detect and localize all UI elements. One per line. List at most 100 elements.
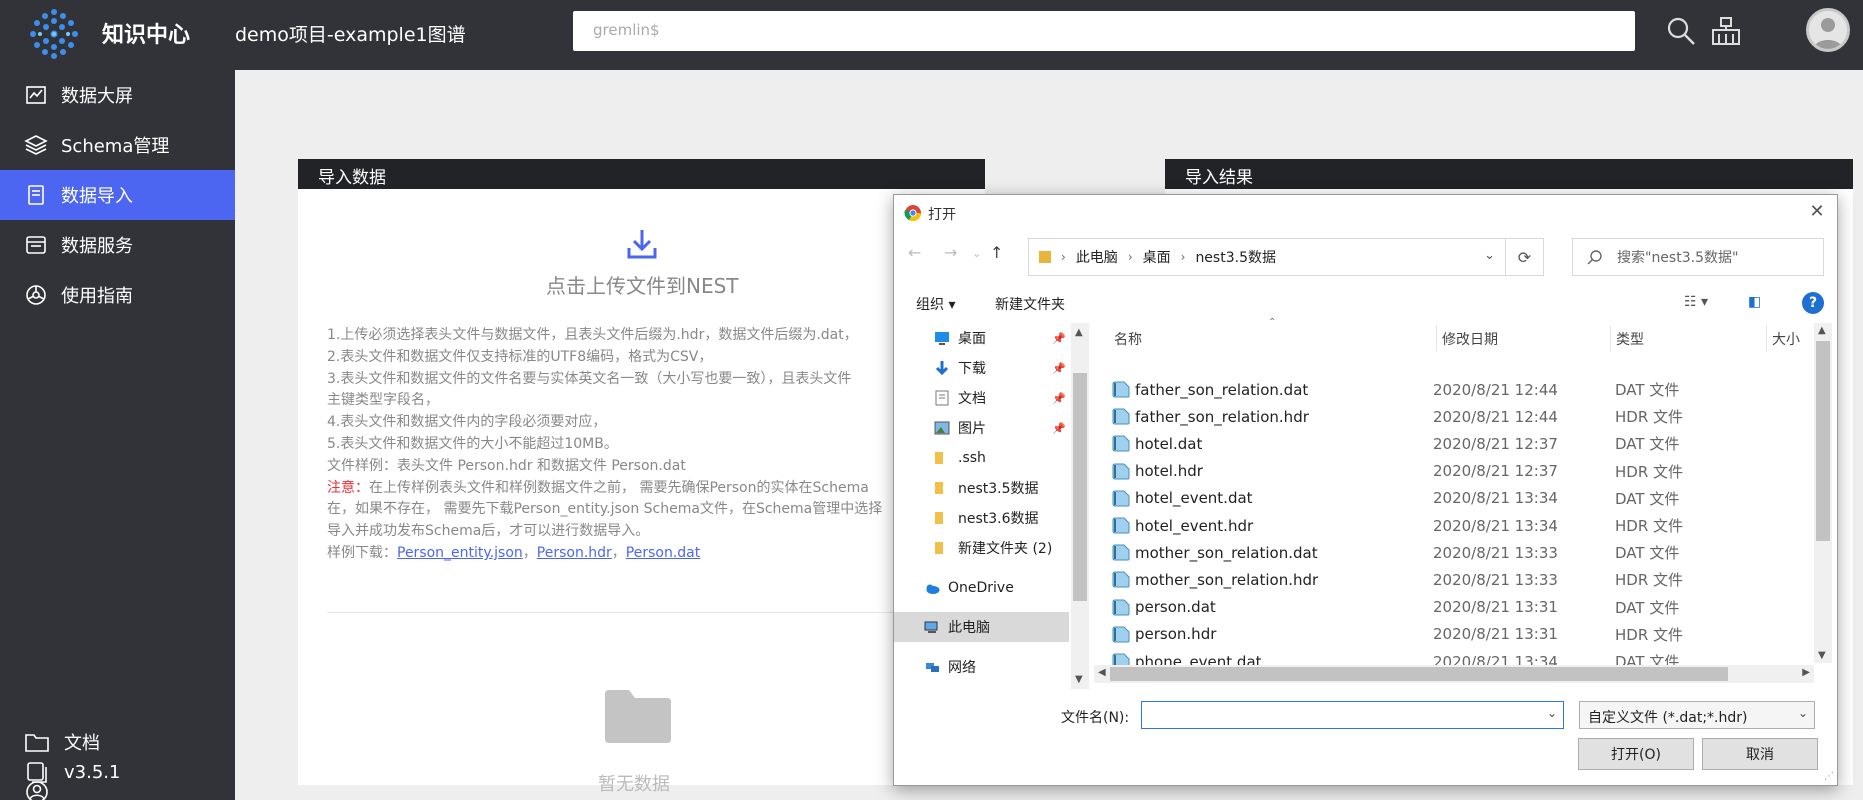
sidebar-item-guide[interactable]: 使用指南 bbox=[0, 270, 235, 320]
file-row[interactable]: person.hdr 2020/8/21 13:31 HDR 文件 bbox=[1094, 621, 1784, 648]
sidebar-item-service[interactable]: 数据服务 bbox=[0, 220, 235, 270]
version-label: v3.5.1 bbox=[64, 761, 121, 783]
sidebar-item-schema[interactable]: Schema管理 bbox=[0, 120, 235, 170]
sample-link-hdr[interactable]: Person.hdr bbox=[537, 545, 612, 561]
file-name: hotel.hdr bbox=[1135, 462, 1203, 481]
file-hscroll-thumb[interactable] bbox=[1110, 667, 1728, 681]
file-icon bbox=[1112, 517, 1130, 534]
sidebar-item-label: Schema管理 bbox=[61, 136, 170, 157]
warning-line: 导入并成功发布Schema后，才可以进行数据导入。 bbox=[327, 523, 650, 540]
file-row[interactable]: father_son_relation.hdr 2020/8/21 12:44 HD… bbox=[1094, 403, 1784, 430]
open-button[interactable]: 打开(O) bbox=[1578, 738, 1694, 770]
tree-item-this-pc[interactable]: 此电脑 bbox=[894, 612, 1069, 642]
pin-icon[interactable]: 📌 bbox=[1052, 332, 1066, 345]
folder-icon bbox=[935, 542, 943, 554]
scroll-up-icon[interactable]: ▲ bbox=[1818, 325, 1826, 336]
tree-item-download[interactable]: 下载 📌 bbox=[894, 353, 1069, 383]
file-row[interactable]: hotel.hdr 2020/8/21 12:37 HDR 文件 bbox=[1094, 458, 1784, 485]
tree-item-new-folder-2[interactable]: 新建文件夹 (2) bbox=[894, 533, 1069, 563]
file-row[interactable]: hotel.dat 2020/8/21 12:37 DAT 文件 bbox=[1094, 430, 1784, 457]
gremlin-search-input[interactable]: gremlin$ bbox=[573, 11, 1635, 51]
upload-label[interactable]: 点击上传文件到NEST bbox=[546, 270, 739, 299]
project-name[interactable]: demo项目-example1图谱 bbox=[235, 20, 466, 47]
file-list-scrollbar[interactable]: ▲ ▼ bbox=[1814, 323, 1832, 663]
tree-item-nest36[interactable]: nest3.6数据 bbox=[894, 503, 1069, 533]
file-type-filter[interactable]: 自定义文件 (*.dat;*.hdr) ⌄ bbox=[1579, 701, 1815, 729]
tree-item-label: 下载 bbox=[958, 361, 986, 377]
tree-item-network[interactable]: 网络 bbox=[894, 652, 1069, 682]
address-bar[interactable]: › 此电脑 › 桌面 › nest3.5数据 ⌄ bbox=[1028, 238, 1506, 276]
up-arrow-icon[interactable]: ↑ bbox=[990, 243, 1003, 262]
sidebar-item-dashboard[interactable]: 数据大屏 bbox=[0, 70, 235, 120]
scroll-down-icon[interactable]: ▼ bbox=[1075, 674, 1083, 685]
avatar[interactable] bbox=[1806, 8, 1850, 52]
pin-icon[interactable]: 📌 bbox=[1052, 362, 1066, 375]
column-separator[interactable] bbox=[1436, 325, 1437, 351]
search-icon[interactable] bbox=[1664, 14, 1698, 48]
file-scroll-thumb[interactable] bbox=[1816, 341, 1830, 541]
forward-arrow-icon[interactable]: → bbox=[944, 243, 957, 262]
file-name: mother_son_relation.hdr bbox=[1135, 570, 1319, 589]
filename-input[interactable]: ⌄ bbox=[1141, 701, 1564, 729]
refresh-icon[interactable]: ⟳ bbox=[1506, 238, 1544, 276]
pin-icon[interactable]: 📌 bbox=[1052, 392, 1066, 405]
file-type: DAT 文件 bbox=[1615, 435, 1680, 454]
chevron-down-icon[interactable]: ⌄ bbox=[1547, 706, 1557, 720]
tree-item-pictures[interactable]: 图片 📌 bbox=[894, 413, 1069, 443]
resize-grip-icon[interactable]: ⋰ bbox=[1824, 771, 1834, 782]
tree-scrollbar[interactable]: ▲ ▼ bbox=[1071, 323, 1089, 689]
breadcrumb-pc[interactable]: 此电脑 bbox=[1076, 247, 1118, 267]
picture-icon bbox=[934, 421, 950, 435]
tree-item-ssh[interactable]: .ssh bbox=[894, 443, 1069, 473]
column-name[interactable]: 名称 bbox=[1114, 329, 1142, 357]
help-icon[interactable]: ? bbox=[1802, 292, 1824, 314]
breadcrumb-desktop[interactable]: 桌面 bbox=[1143, 247, 1171, 267]
tree-item-documents[interactable]: 文档 📌 bbox=[894, 383, 1069, 413]
preview-pane-icon[interactable]: ◧ bbox=[1748, 294, 1761, 310]
back-arrow-icon[interactable]: ← bbox=[908, 243, 921, 262]
sample-link-dat[interactable]: Person.dat bbox=[626, 545, 700, 561]
pin-icon[interactable]: 📌 bbox=[1052, 422, 1066, 435]
file-row[interactable]: mother_son_relation.dat 2020/8/21 13:33 DA… bbox=[1094, 539, 1784, 566]
breadcrumb-current[interactable]: nest3.5数据 bbox=[1195, 247, 1276, 267]
sample-link-entity[interactable]: Person_entity.json bbox=[397, 545, 523, 561]
file-row[interactable]: person.dat 2020/8/21 13:31 DAT 文件 bbox=[1094, 594, 1784, 621]
column-separator[interactable] bbox=[1766, 325, 1767, 351]
folder-search-placeholder: 搜索"nest3.5数据" bbox=[1617, 250, 1739, 266]
column-size[interactable]: 大小 bbox=[1772, 329, 1800, 357]
tree-item-nest35[interactable]: nest3.5数据 bbox=[894, 473, 1069, 503]
recent-dropdown-icon[interactable]: ⌄ bbox=[972, 247, 981, 260]
sidebar-item-import[interactable]: 数据导入 bbox=[0, 170, 235, 220]
column-separator[interactable] bbox=[1610, 325, 1611, 351]
file-row[interactable]: hotel_event.dat 2020/8/21 13:34 DAT 文件 bbox=[1094, 485, 1784, 512]
tree-item-desktop[interactable]: 桌面 📌 bbox=[894, 323, 1069, 353]
organize-button[interactable]: 组织 ▾ bbox=[916, 294, 955, 314]
upload-icon[interactable] bbox=[624, 226, 660, 262]
column-date[interactable]: 修改日期 bbox=[1442, 329, 1498, 357]
rule-line: 2.表头文件和数据文件仅支持标准的UTF8编码，格式为CSV， bbox=[327, 348, 713, 365]
tree-scroll-thumb[interactable] bbox=[1073, 373, 1087, 601]
scroll-down-icon[interactable]: ▼ bbox=[1818, 650, 1826, 661]
cancel-button[interactable]: 取消 bbox=[1702, 738, 1818, 770]
import-panel-title: 导入数据 bbox=[298, 159, 985, 189]
folder-search-input[interactable]: 搜索"nest3.5数据" bbox=[1572, 238, 1824, 276]
hierarchy-icon[interactable] bbox=[1709, 14, 1743, 48]
scroll-right-icon[interactable]: ▶ bbox=[1802, 667, 1810, 678]
file-row[interactable]: hotel_event.hdr 2020/8/21 13:34 HDR 文件 bbox=[1094, 512, 1784, 539]
file-row[interactable]: father_son_relation.dat 2020/8/21 12:44 DA… bbox=[1094, 376, 1784, 403]
rule-line: 5.表头文件和数据文件的大小不能超过10MB。 bbox=[327, 435, 618, 452]
scroll-left-icon[interactable]: ◀ bbox=[1098, 667, 1106, 678]
scroll-up-icon[interactable]: ▲ bbox=[1075, 327, 1083, 338]
file-row[interactable]: mother_son_relation.hdr 2020/8/21 13:33 HD… bbox=[1094, 566, 1784, 593]
file-name: hotel_event.hdr bbox=[1135, 516, 1254, 535]
file-name: father_son_relation.hdr bbox=[1135, 407, 1309, 426]
column-type[interactable]: 类型 bbox=[1616, 329, 1644, 357]
rule-line: 主键类型字段名， bbox=[327, 392, 439, 409]
new-folder-button[interactable]: 新建文件夹 bbox=[995, 294, 1065, 314]
file-list-hscrollbar[interactable]: ◀ ▶ bbox=[1094, 665, 1814, 683]
view-options-icon[interactable]: ☷ ▾ bbox=[1684, 294, 1708, 310]
tree-item-onedrive[interactable]: OneDrive bbox=[894, 573, 1069, 603]
close-icon[interactable]: ✕ bbox=[1807, 202, 1827, 222]
chevron-down-icon[interactable]: ⌄ bbox=[1484, 248, 1495, 263]
dialog-titlebar[interactable]: 打开 ✕ bbox=[894, 195, 1837, 229]
